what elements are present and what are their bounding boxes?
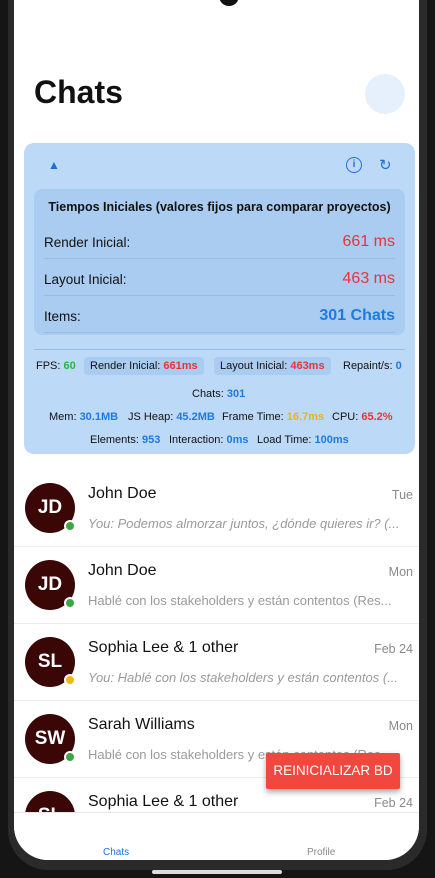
chats-stat: Chats: 301	[192, 388, 246, 400]
camera-notch	[219, 0, 239, 6]
online-status-dot	[64, 520, 76, 532]
reset-db-button[interactable]: REINICIALIZAR BD	[266, 753, 400, 789]
layout-value: 463 ms	[342, 270, 395, 287]
chat-preview: Hablé con los stakeholders y están conte…	[88, 593, 392, 608]
cpu-stat: CPU: 65.2%	[332, 411, 393, 423]
profile-avatar[interactable]	[365, 74, 405, 114]
load-time-stat: Load Time: 100ms	[257, 434, 349, 446]
tab-profile[interactable]: Profile	[307, 847, 335, 858]
chat-time: Feb 24	[374, 642, 413, 656]
chat-name: John Doe	[88, 485, 157, 502]
layout-chip: Layout Inicial: 463ms	[214, 357, 331, 375]
elements-stat: Elements: 953	[90, 434, 161, 446]
bottom-tab-bar: Chats Profile	[14, 812, 419, 860]
initial-times-card: Tiempos Iniciales (valores fijos para co…	[34, 189, 405, 335]
chat-time: Feb 24	[374, 796, 413, 810]
repaint-stat: Repaint/s: 0	[343, 360, 402, 372]
chat-name: John Doe	[88, 562, 157, 579]
performance-panel: ▲ i ↻ Tiempos Iniciales (valores fijos p…	[24, 143, 415, 454]
chat-time: Mon	[388, 565, 413, 579]
render-label: Render Inicial:	[44, 235, 131, 250]
tab-chats[interactable]: Chats	[103, 847, 129, 858]
chat-list-item[interactable]: SL Sophia Lee & 1 other Feb 24 You: Habl…	[14, 624, 419, 701]
fps-stat: FPS: 60	[36, 360, 76, 372]
app-header: Chats	[14, 60, 419, 130]
chat-name: Sophia Lee & 1 other	[88, 639, 239, 656]
away-status-dot	[64, 674, 76, 686]
refresh-icon[interactable]: ↻	[379, 156, 392, 174]
chat-time: Tue	[391, 488, 413, 502]
items-label: Items:	[44, 309, 81, 324]
device-frame: Chats ▲ i ↻ Tiempos Iniciales (valores f…	[0, 0, 435, 878]
items-value: 301 Chats	[319, 307, 395, 324]
mem-stat: Mem: 30.1MB	[49, 411, 119, 423]
layout-row: Layout Inicial: 463 ms	[44, 264, 395, 296]
render-value: 661 ms	[342, 233, 395, 250]
chat-name: Sophia Lee & 1 other	[88, 793, 239, 810]
chat-name: Sarah Williams	[88, 716, 195, 733]
chat-preview: You: Hablé con los stakeholders y están …	[88, 670, 399, 685]
home-indicator	[152, 870, 282, 874]
panel-divider	[34, 349, 405, 350]
frame-time-stat: Frame Time: 16.7ms	[222, 411, 325, 423]
chat-time: Mon	[388, 719, 413, 733]
online-status-dot	[64, 751, 76, 763]
initial-times-title: Tiempos Iniciales (valores fijos para co…	[48, 200, 391, 214]
interaction-stat: Interaction: 0ms	[169, 434, 249, 446]
layout-label: Layout Inicial:	[44, 272, 127, 287]
render-row: Render Inicial: 661 ms	[44, 227, 395, 259]
page-title: Chats	[34, 74, 123, 110]
chat-preview: You: Podemos almorzar juntos, ¿dónde qui…	[88, 516, 400, 531]
collapse-icon[interactable]: ▲	[48, 158, 60, 172]
app-screen: Chats ▲ i ↻ Tiempos Iniciales (valores f…	[14, 0, 419, 860]
heap-stat: JS Heap: 45.2MB	[128, 411, 215, 423]
render-chip: Render Inicial: 661ms	[84, 357, 204, 375]
chat-list-item[interactable]: JD John Doe Mon Hablé con los stakeholde…	[14, 547, 419, 624]
info-icon[interactable]: i	[346, 157, 362, 173]
chat-list-item[interactable]: JD John Doe Tue You: Podemos almorzar ju…	[14, 470, 419, 547]
online-status-dot	[64, 597, 76, 609]
items-row: Items: 301 Chats	[44, 301, 395, 333]
